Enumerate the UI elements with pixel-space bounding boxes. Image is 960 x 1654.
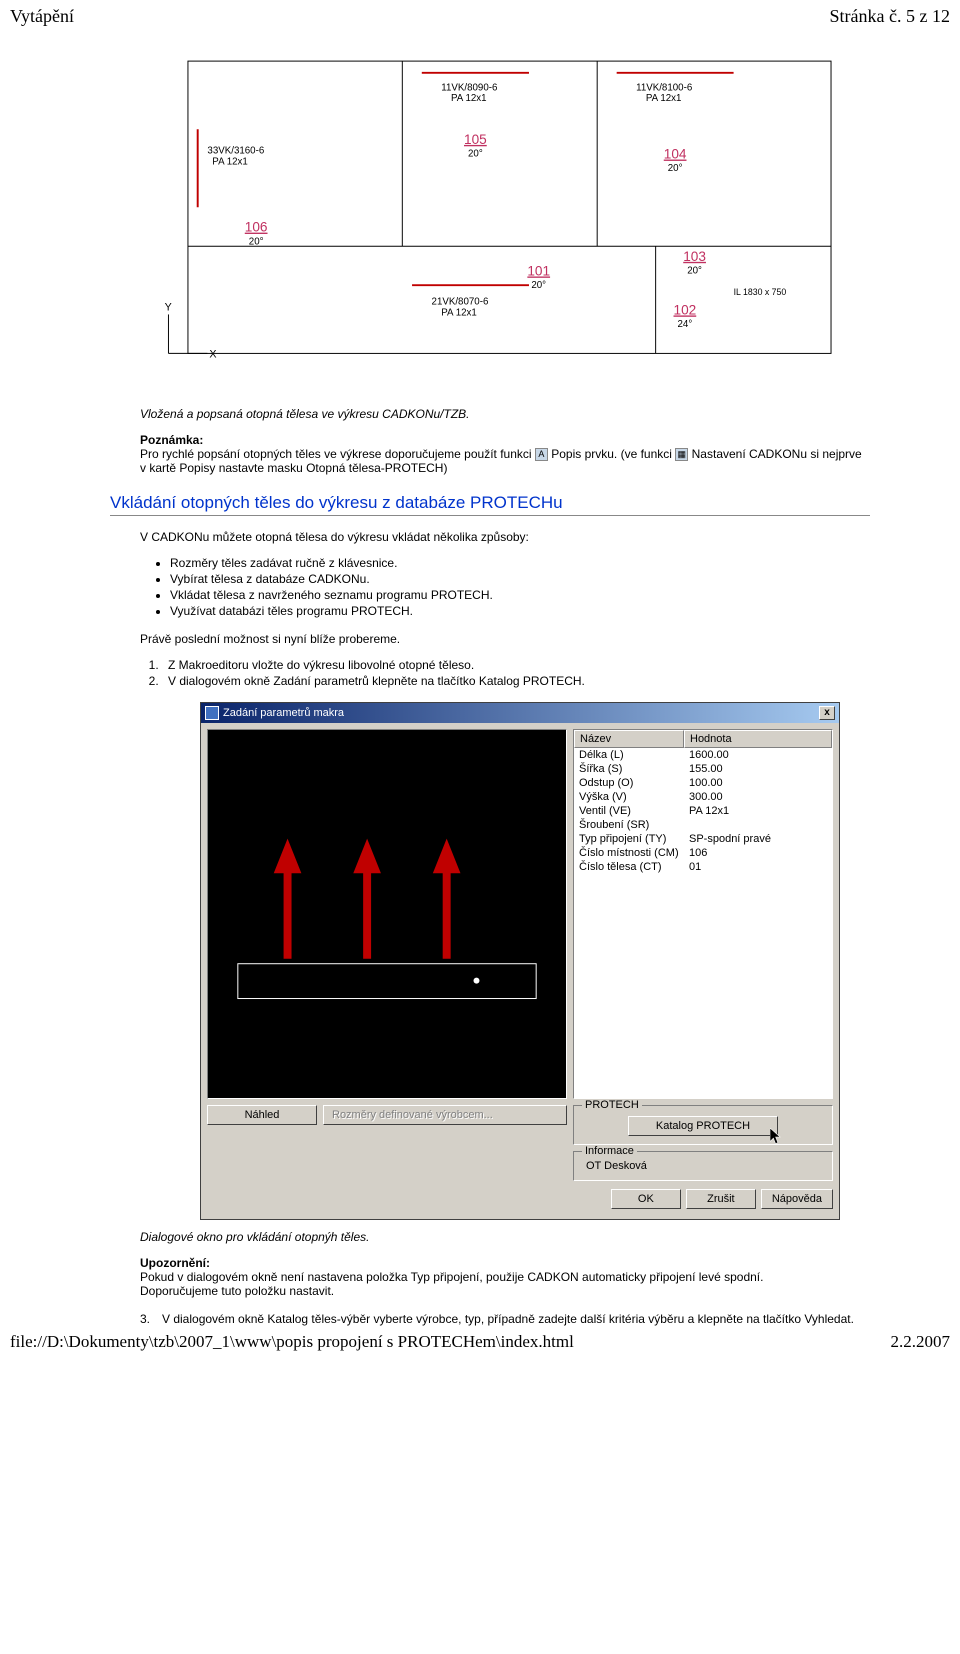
warning-title: Upozornění: — [140, 1256, 870, 1270]
list-item: Vybírat tělesa z databáze CADKONu. — [170, 572, 870, 586]
page-header: Vytápění Stránka č. 5 z 12 — [10, 6, 950, 27]
label-tool-icon: A — [535, 448, 548, 461]
rozmery-button: Rozměry definované výrobcem... — [323, 1105, 567, 1125]
svg-text:20°: 20° — [249, 236, 264, 247]
info-text: OT Desková — [582, 1158, 824, 1174]
list-item: Z Makroeditoru vložte do výkresu libovol… — [162, 658, 870, 672]
method-bullets: Rozměry těles zadávat ručně z klávesnice… — [170, 556, 870, 618]
dialog-screenshot: Zadání parametrů makra x — [200, 702, 840, 1220]
parameter-table[interactable]: Název Hodnota Délka (L)1600.00 Šířka (S)… — [573, 729, 833, 1099]
svg-text:103: 103 — [683, 249, 706, 264]
close-icon[interactable]: x — [819, 706, 835, 720]
warning-line1: Pokud v dialogovém okně není nastavena p… — [140, 1270, 870, 1284]
warning-line2: Doporučujeme tuto položku nastavit. — [140, 1284, 870, 1298]
list-item: Rozměry těles zadávat ručně z klávesnice… — [170, 556, 870, 570]
step-3: 3. V dialogovém okně Katalog těles-výběr… — [140, 1312, 870, 1326]
section-heading: Vkládání otopných těles do výkresu z dat… — [110, 493, 870, 516]
help-button[interactable]: Nápověda — [761, 1189, 833, 1209]
svg-text:102: 102 — [674, 302, 697, 317]
svg-text:11VK/8090-6: 11VK/8090-6 — [441, 82, 497, 93]
warning-block: Upozornění: Pokud v dialogovém okně není… — [140, 1256, 870, 1298]
step-list: Z Makroeditoru vložte do výkresu libovol… — [162, 658, 870, 688]
info-group: Informace OT Desková — [573, 1151, 833, 1181]
list-item: Využívat databázi těles programu PROTECH… — [170, 604, 870, 618]
katalog-protech-button[interactable]: Katalog PROTECH — [628, 1116, 778, 1136]
cancel-button[interactable]: Zrušit — [686, 1189, 756, 1209]
svg-text:X: X — [209, 348, 216, 360]
cursor-icon — [770, 1128, 788, 1146]
nahled-button[interactable]: Náhled — [207, 1105, 317, 1125]
svg-text:104: 104 — [664, 147, 687, 162]
svg-text:PA 12x1: PA 12x1 — [451, 93, 487, 104]
protech-group: PROTECH Katalog PROTECH — [573, 1105, 833, 1145]
svg-text:PA 12x1: PA 12x1 — [212, 156, 248, 167]
svg-text:PA 12x1: PA 12x1 — [441, 307, 477, 318]
note-title: Poznámka: — [140, 433, 870, 447]
transition-text: Právě poslední možnost si nyní blíže pro… — [140, 632, 870, 646]
parameter-rows: Délka (L)1600.00 Šířka (S)155.00 Odstup … — [574, 748, 832, 874]
svg-text:20°: 20° — [668, 163, 683, 174]
step-number: 3. — [140, 1312, 162, 1326]
footer-date: 2.2.2007 — [891, 1332, 951, 1352]
list-item: V dialogovém okně Zadání parametrů klepn… — [162, 674, 870, 688]
step-text: V dialogovém okně Katalog těles-výběr vy… — [162, 1312, 854, 1326]
header-title: Vytápění — [10, 6, 74, 27]
svg-text:21VK/8070-6: 21VK/8070-6 — [432, 297, 489, 308]
header-page: Stránka č. 5 z 12 — [830, 6, 950, 27]
figure-caption-2: Dialogové okno pro vkládání otopnýh těle… — [140, 1230, 870, 1244]
cad-drawing: 11VK/8090-6 PA 12x1 11VK/8100-6 PA 12x1 … — [110, 37, 870, 397]
column-header-value[interactable]: Hodnota — [684, 730, 832, 748]
ok-button[interactable]: OK — [611, 1189, 681, 1209]
svg-text:106: 106 — [245, 220, 268, 235]
footer-path: file://D:\Dokumenty\tzb\2007_1\www\popis… — [10, 1332, 574, 1352]
group-label: PROTECH — [582, 1099, 642, 1111]
svg-text:11VK/8100-6: 11VK/8100-6 — [636, 82, 692, 93]
settings-tool-icon: ▦ — [675, 448, 688, 461]
svg-text:33VK/3160-6: 33VK/3160-6 — [207, 146, 264, 157]
svg-text:20°: 20° — [531, 280, 546, 291]
svg-text:Y: Y — [165, 302, 172, 314]
intro-text: V CADKONu můžete otopná tělesa do výkres… — [140, 530, 870, 544]
svg-text:PA 12x1: PA 12x1 — [646, 93, 682, 104]
page-footer: file://D:\Dokumenty\tzb\2007_1\www\popis… — [10, 1332, 950, 1352]
figure-caption-1: Vložená a popsaná otopná tělesa ve výkre… — [140, 407, 870, 421]
preview-pane — [207, 729, 567, 1099]
svg-text:20°: 20° — [687, 266, 702, 277]
dialog-app-icon — [205, 706, 219, 720]
list-item: Vkládat tělesa z navrženého seznamu prog… — [170, 588, 870, 602]
dialog-titlebar[interactable]: Zadání parametrů makra x — [201, 703, 839, 723]
svg-text:101: 101 — [527, 263, 550, 278]
svg-text:24°: 24° — [678, 319, 693, 330]
column-header-name[interactable]: Název — [574, 730, 684, 748]
note-body: Pro rychlé popsání otopných těles ve výk… — [140, 447, 870, 475]
svg-text:105: 105 — [464, 132, 487, 147]
group-label: Informace — [582, 1145, 637, 1157]
svg-text:IL 1830 x 750: IL 1830 x 750 — [734, 287, 787, 297]
svg-text:20°: 20° — [468, 149, 483, 160]
dialog-title: Zadání parametrů makra — [223, 707, 344, 719]
note-block: Poznámka: Pro rychlé popsání otopných tě… — [140, 433, 870, 475]
